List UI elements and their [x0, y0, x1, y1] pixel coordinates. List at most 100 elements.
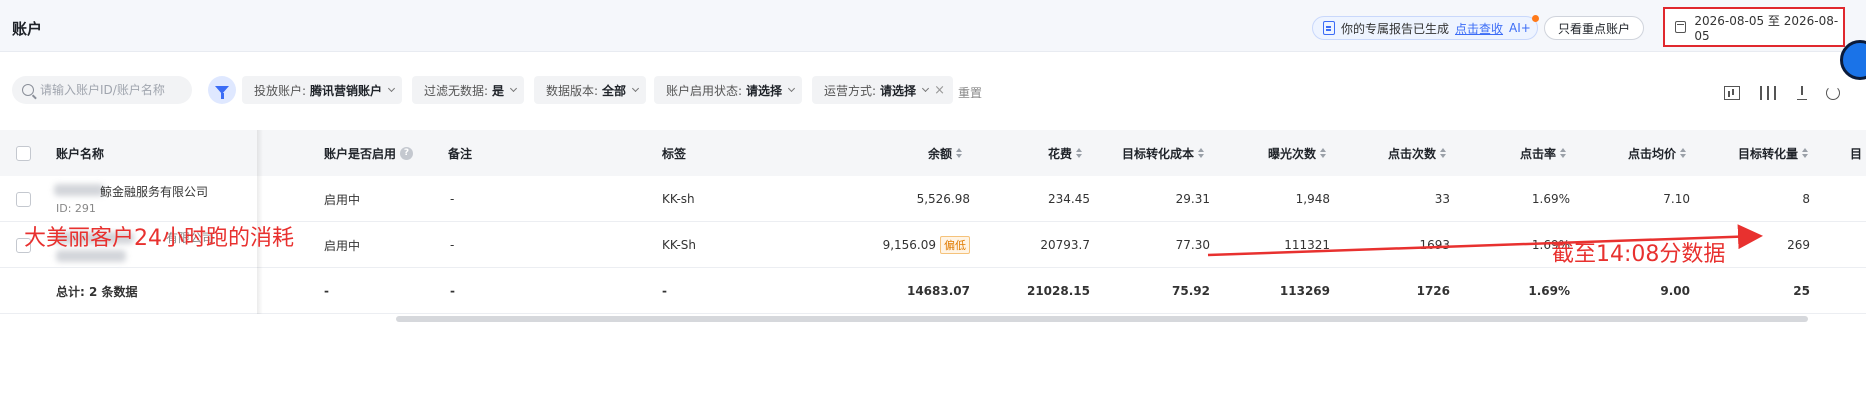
- clicks: 1693: [1419, 238, 1450, 252]
- filter-chip-data-version[interactable]: 数据版本: 全部: [534, 76, 647, 104]
- col-impressions[interactable]: 曝光次数: [1230, 130, 1326, 176]
- funnel-icon: [215, 86, 229, 99]
- chip-label: 数据版本:: [546, 83, 599, 98]
- chevron-down-icon: [632, 84, 640, 93]
- search-input[interactable]: [40, 83, 190, 97]
- sort-icon: [1320, 148, 1326, 158]
- filter-chip-operation[interactable]: 运营方式: 请选择 ×: [812, 76, 953, 104]
- col-remark: 备注: [448, 146, 473, 161]
- chip-value: 请选择: [746, 83, 783, 98]
- total-balance: 14683.07: [906, 284, 970, 298]
- sort-icon: [1560, 148, 1566, 158]
- annotation-left: 大美丽客户24小时跑的消耗: [24, 226, 294, 251]
- total-spend: 21028.15: [1026, 284, 1090, 298]
- clear-icon[interactable]: ×: [934, 83, 945, 98]
- search-box[interactable]: [12, 76, 192, 104]
- sort-icon: [1198, 148, 1204, 158]
- chip-label: 运营方式:: [824, 83, 877, 98]
- spend: 234.45: [1048, 192, 1090, 206]
- chart-icon[interactable]: [1724, 86, 1740, 100]
- total-row: 总计: 2 条数据 - - - 14683.07 21028.15 75.92 …: [0, 268, 1866, 314]
- impressions: 111321: [1284, 238, 1330, 252]
- chevron-down-icon: [388, 84, 396, 93]
- total-clicks: 1726: [1416, 284, 1450, 298]
- total-cpc: 9.00: [1660, 284, 1690, 298]
- date-range-picker[interactable]: 2026-08-05 至 2026-08-05: [1663, 7, 1845, 47]
- filter-chip-no-data[interactable]: 过滤无数据: 是: [412, 76, 525, 104]
- select-all-checkbox[interactable]: [16, 146, 31, 161]
- col-conversions[interactable]: 目标转化量: [1700, 130, 1808, 176]
- help-icon[interactable]: ?: [400, 146, 414, 160]
- col-ctr[interactable]: 点击率: [1480, 130, 1566, 176]
- download-icon[interactable]: [1794, 86, 1810, 100]
- date-range-text: 2026-08-05 至 2026-08-05: [1694, 13, 1839, 43]
- total-conversions: 25: [1793, 284, 1810, 298]
- filter-bar: 投放账户:腾讯营销账户 过滤无数据:是 数据版本:全部 账户启用状态:请选择 运…: [0, 72, 1866, 108]
- total-target-cost: 75.92: [1172, 284, 1210, 298]
- total-tag: -: [662, 284, 667, 298]
- chevron-down-icon: [788, 84, 796, 93]
- notification-dot: [1532, 15, 1539, 22]
- filter-button[interactable]: [208, 76, 236, 104]
- report-text: 你的专属报告已生成: [1341, 21, 1450, 36]
- conversions: 8: [1802, 192, 1810, 206]
- row-checkbox[interactable]: [16, 192, 31, 207]
- target-cost: 29.31: [1175, 192, 1210, 206]
- report-icon: [1323, 21, 1335, 35]
- ai-label[interactable]: AI+: [1509, 21, 1531, 35]
- remark: -: [450, 192, 455, 206]
- chip-label: 过滤无数据:: [424, 83, 489, 98]
- chip-label: 投放账户:: [254, 83, 307, 98]
- refresh-icon[interactable]: [1826, 86, 1840, 100]
- total-label: 总计: 2 条数据: [56, 284, 138, 299]
- tag: KK-Sh: [662, 238, 697, 252]
- top-bar: 账户 你的专属报告已生成 点击查收 AI+ 只看重点账户: [0, 0, 1866, 52]
- filter-chip-account[interactable]: 投放账户: 腾讯营销账户: [242, 76, 403, 104]
- balance-cell: 9,156.09 偏低: [840, 222, 970, 268]
- cpc: 7.10: [1663, 192, 1690, 206]
- sort-icon: [956, 148, 962, 158]
- enabled-status: 启用中: [324, 238, 361, 253]
- filter-chip-enable-status[interactable]: 账户启用状态: 请选择: [654, 76, 803, 104]
- col-balance[interactable]: 余额: [880, 130, 962, 176]
- chip-value: 请选择: [880, 83, 917, 98]
- chip-label: 账户启用状态:: [666, 83, 743, 98]
- impressions: 1,948: [1295, 192, 1330, 206]
- col-spend[interactable]: 花费: [1000, 130, 1082, 176]
- report-notice[interactable]: 你的专属报告已生成 点击查收 AI+: [1312, 15, 1539, 40]
- annotation-right: 截至14:08分数据: [1552, 242, 1726, 267]
- chip-value: 全部: [602, 83, 627, 98]
- col-clicks[interactable]: 点击次数: [1350, 130, 1446, 176]
- enabled-status: 启用中: [324, 192, 361, 207]
- chip-value: 是: [492, 83, 505, 98]
- col-cpc[interactable]: 点击均价: [1590, 130, 1686, 176]
- low-balance-badge: 偏低: [940, 236, 970, 254]
- col-enabled: 账户是否启用?: [324, 130, 414, 176]
- clicks: 33: [1434, 192, 1450, 206]
- reset-button[interactable]: 重置: [958, 84, 982, 101]
- table-header: 账户名称 账户是否启用? 备注 标签 余额 花费 目标转化成本 曝光次数 点击次…: [0, 130, 1866, 176]
- chevron-down-icon: [922, 84, 930, 93]
- spend: 20793.7: [1040, 238, 1090, 252]
- chevron-down-icon: [510, 84, 518, 93]
- tag: KK-sh: [662, 192, 695, 206]
- col-truncated: 目: [1850, 146, 1863, 161]
- search-icon: [22, 84, 34, 96]
- table-row[interactable]: 鲸金融服务有限公司 ID: 291 启用中 - KK-sh 5,526.98 2…: [0, 176, 1866, 222]
- total-remark: -: [450, 284, 455, 298]
- balance: 9,156.09: [882, 238, 936, 252]
- chip-value: 腾讯营销账户: [310, 83, 383, 98]
- calendar-icon: [1675, 21, 1687, 33]
- sort-icon: [1680, 148, 1686, 158]
- horizontal-scrollbar[interactable]: [396, 316, 1808, 322]
- ctr: 1.69%: [1531, 192, 1570, 206]
- sort-icon: [1802, 148, 1808, 158]
- total-ctr: 1.69%: [1528, 284, 1570, 298]
- balance: 5,526.98: [916, 192, 970, 206]
- target-cost: 77.30: [1175, 238, 1210, 252]
- key-accounts-button[interactable]: 只看重点账户: [1544, 16, 1644, 40]
- total-enabled: -: [324, 284, 329, 298]
- report-link[interactable]: 点击查收: [1455, 20, 1503, 37]
- columns-icon[interactable]: [1760, 86, 1776, 100]
- col-target-cost[interactable]: 目标转化成本: [1080, 130, 1204, 176]
